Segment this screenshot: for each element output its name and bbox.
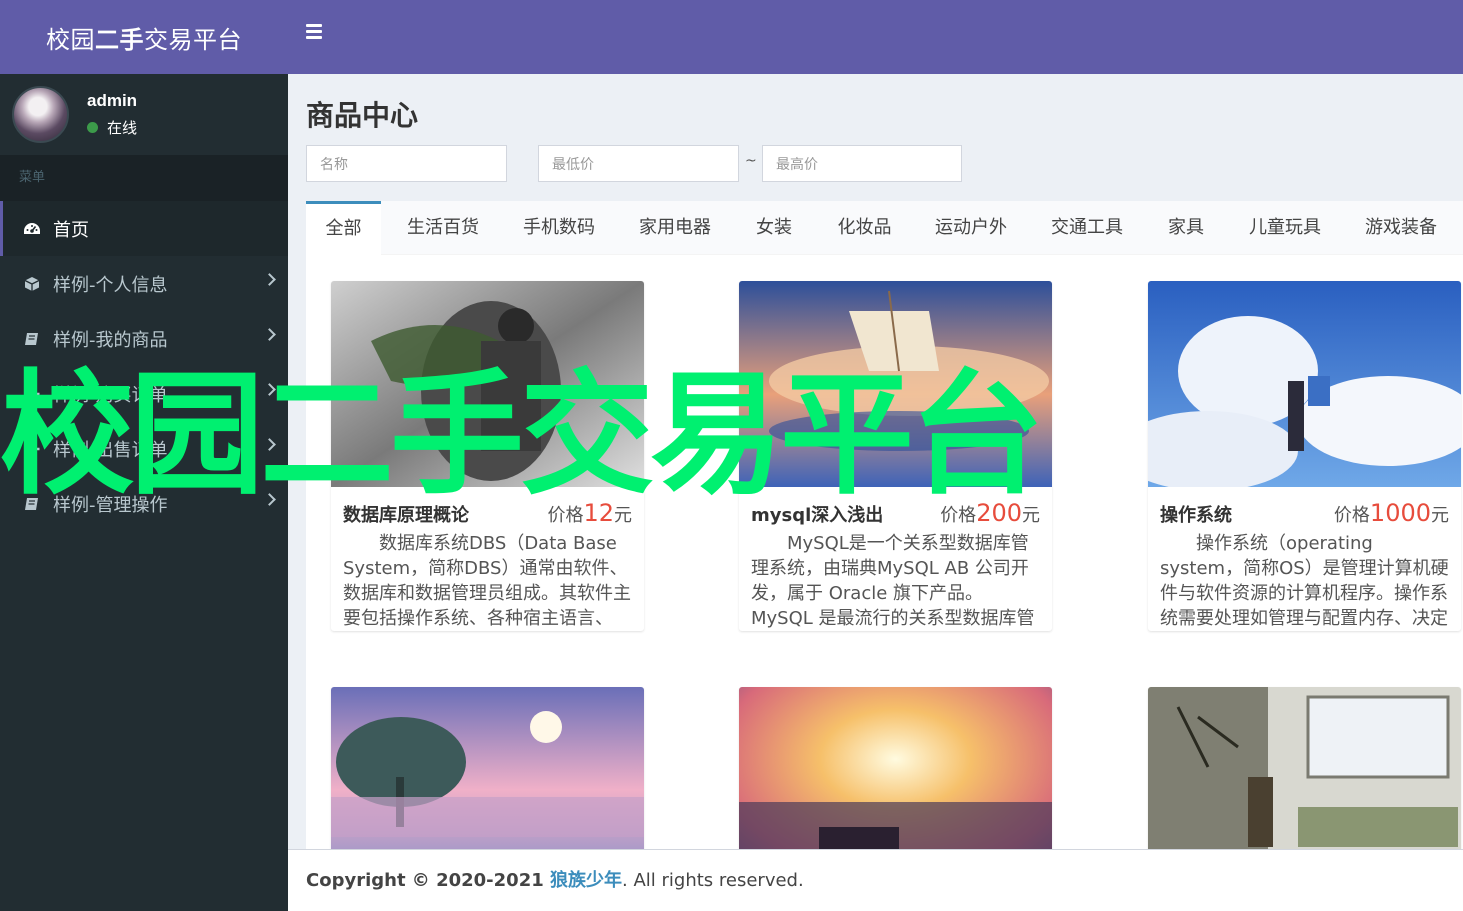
chevron-right-icon [263,493,276,506]
sidebar-item-my-goods[interactable]: 样例-我的商品 [0,311,288,366]
menu-header: 菜单 [0,155,288,201]
page-title: 商品中心 [306,99,419,132]
product-title[interactable]: 数据库原理概论 [343,501,469,527]
chevron-right-icon [263,328,276,341]
price-value: 12 [583,499,614,527]
sidebar-item-purchase-orders[interactable]: 样例-购买订单 [0,366,288,421]
product-title[interactable]: 操作系统 [1160,501,1232,527]
min-price-input[interactable]: 最低价 [538,145,739,182]
sidebar: admin 在线 菜单 首页 样例-个人信息 样例-我的商品 样例-购买订单 样… [0,74,288,911]
tab-transport[interactable]: 交通工具 [1042,201,1132,255]
sidebar-item-label: 样例-出售订单 [53,439,168,461]
app-logo[interactable]: 校园 二手 交易平台 [0,0,288,74]
tab-daily-goods[interactable]: 生活百货 [398,201,488,255]
user-status: 在线 [87,117,137,138]
product-card[interactable]: mysql深入浅出 价格200元 MySQL是一个关系型数据库管理系统，由瑞典M… [739,281,1052,631]
product-card[interactable]: 数据库原理概论 价格12元 数据库系统DBS（Data Base System，… [331,281,644,631]
sidebar-item-label: 首页 [53,219,89,241]
sidebar-item-admin[interactable]: 样例-管理操作 [0,476,288,531]
top-navbar [288,0,1463,74]
product-title[interactable]: mysql深入浅出 [751,501,883,527]
price-range-separator: ~ [745,153,757,169]
product-card[interactable]: 操作系统 价格1000元 操作系统（operating system，简称OS）… [1148,281,1461,631]
tab-furniture[interactable]: 家具 [1158,201,1214,255]
gear-icon [22,384,42,404]
max-price-input[interactable]: 最高价 [762,145,962,182]
tab-appliances[interactable]: 家用电器 [630,201,720,255]
product-image[interactable] [331,687,644,849]
tab-womens-wear[interactable]: 女装 [746,201,802,255]
sidebar-item-sale-orders[interactable]: 样例-出售订单 [0,421,288,476]
name-filter-input[interactable]: 名称 [306,145,507,182]
product-card[interactable] [331,687,644,849]
sidebar-item-label: 样例-购买订单 [53,384,168,406]
placeholder: 名称 [320,156,348,173]
product-image[interactable] [331,281,644,487]
product-description: MySQL是一个关系型数据库管理系统，由瑞典MySQL AB 公司开发，属于 O… [751,533,1035,629]
tab-toys[interactable]: 儿童玩具 [1240,201,1330,255]
tab-all[interactable]: 全部 [306,201,381,255]
sidebar-item-label: 样例-管理操作 [53,494,168,516]
tab-cosmetics[interactable]: 化妆品 [828,201,901,255]
sidebar-item-profile[interactable]: 样例-个人信息 [0,256,288,311]
footer: Copyright © 2020-2021 狼族少年. All rights r… [288,849,1463,911]
rights-text: . All rights reserved. [622,870,804,891]
placeholder: 最低价 [552,156,594,173]
logo-bold: 二手 [95,25,144,54]
product-description: 操作系统（operating system，简称OS）是管理计算机硬件与软件资源… [1160,533,1449,629]
user-name: admin [87,91,138,110]
product-card[interactable] [1148,687,1461,849]
product-price: 价格1000元 [1333,499,1449,527]
product-image[interactable] [739,687,1052,849]
price-value: 1000 [1369,499,1431,527]
tab-game-gear[interactable]: 游戏装备 [1356,201,1446,255]
chevron-right-icon [263,438,276,451]
online-dot-icon [87,122,98,133]
tab-outdoor[interactable]: 运动户外 [926,201,1016,255]
price-value: 200 [976,499,1022,527]
sidebar-item-label: 样例-我的商品 [53,329,168,351]
product-image[interactable] [739,281,1052,487]
book-icon [22,329,42,349]
sidebar-item-home[interactable]: 首页 [0,201,288,256]
logo-suffix: 交易平台 [144,25,242,54]
product-image[interactable] [1148,687,1461,849]
product-price: 价格12元 [547,499,632,527]
gear-icon [22,439,42,459]
book-icon [22,494,42,514]
product-description: 数据库系统DBS（Data Base System，简称DBS）通常由软件、数据… [343,533,631,629]
author-link[interactable]: 狼族少年 [550,870,622,891]
main-content: 商品中心 名称 最低价 ~ 最高价 全部 生活百货 手机数码 家用电器 女装 化… [288,74,1463,849]
status-label: 在线 [107,119,138,137]
product-image[interactable] [1148,281,1461,491]
sidebar-item-label: 样例-个人信息 [53,274,168,296]
chevron-right-icon [263,273,276,286]
tab-digital[interactable]: 手机数码 [514,201,604,255]
dashboard-icon [22,219,42,239]
placeholder: 最高价 [776,156,818,173]
user-panel: admin 在线 [0,74,288,155]
logo-prefix: 校园 [46,25,95,54]
product-card[interactable] [739,687,1052,849]
copyright-text: Copyright © 2020-2021 [306,870,551,891]
cube-icon [22,274,42,294]
menu-toggle-icon[interactable] [306,24,322,39]
category-tabs: 全部 生活百货 手机数码 家用电器 女装 化妆品 运动户外 交通工具 家具 儿童… [306,201,1463,255]
product-price: 价格200元 [940,499,1040,527]
avatar [12,86,69,143]
chevron-right-icon [263,383,276,396]
